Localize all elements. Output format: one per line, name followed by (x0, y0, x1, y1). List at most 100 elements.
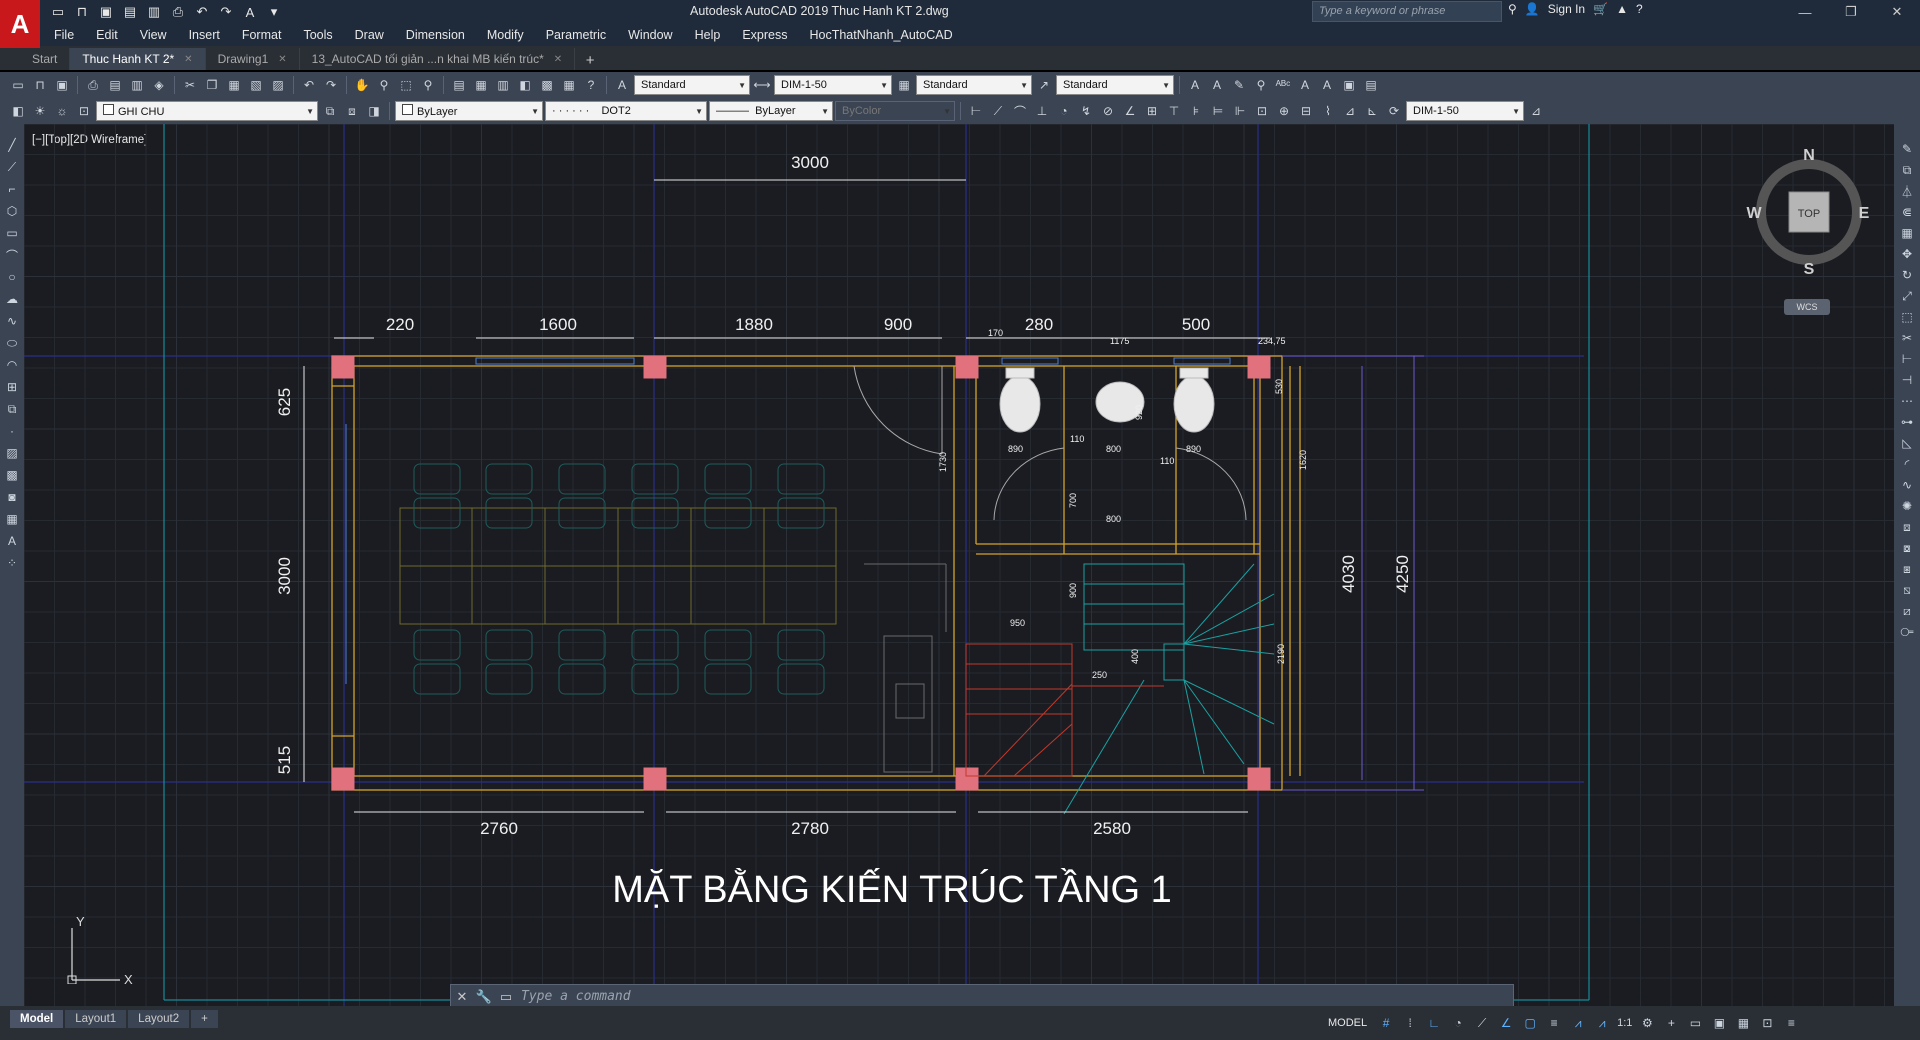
scale-icon[interactable]: ⤢ (1898, 287, 1916, 305)
layer-properties-icon[interactable]: ◧ (8, 101, 28, 121)
hardware-acceleration-icon[interactable]: ▦ (1734, 1014, 1752, 1032)
layer-change-icon[interactable]: ⧃ (1898, 623, 1916, 641)
layer-match-icon[interactable]: ⧈ (1898, 518, 1916, 536)
justify-text-icon[interactable]: A (1317, 75, 1337, 95)
annotation-monitor-icon[interactable]: + (1662, 1014, 1680, 1032)
baseline-dim-icon[interactable]: ⊤ (1164, 101, 1184, 121)
minimize-icon[interactable]: — (1782, 0, 1828, 24)
dim-style-select[interactable]: DIM-1-50 ▼ (774, 75, 892, 95)
auto-scale-icon[interactable]: ⩘ (1593, 1014, 1611, 1032)
dim-break-icon[interactable]: ⊩ (1230, 101, 1250, 121)
dim-style-icon[interactable]: ⟷ (752, 75, 772, 95)
make-block-icon[interactable]: ⧉ (3, 400, 21, 418)
preview-icon[interactable]: ▤ (105, 75, 125, 95)
ortho-icon[interactable]: ∟ (1425, 1014, 1443, 1032)
paste-icon[interactable]: ▦ (224, 75, 244, 95)
arc-icon[interactable]: ⌒ (3, 246, 21, 264)
blend-icon[interactable]: ∿ (1898, 476, 1916, 494)
snap-icon[interactable]: ⁞ (1401, 1014, 1419, 1032)
search-input[interactable]: Type a keyword or phrase (1312, 1, 1502, 22)
menu-modify[interactable]: Modify (487, 28, 524, 42)
tool-palettes-icon[interactable]: ▥ (493, 75, 513, 95)
tab-model[interactable]: Model (10, 1010, 64, 1028)
markup-icon[interactable]: ▩ (537, 75, 557, 95)
quick-properties-icon[interactable]: ▣ (1710, 1014, 1728, 1032)
qat-dropdown-icon[interactable]: ▾ (264, 2, 284, 22)
layer-select[interactable]: GHI CHU ▼ (96, 101, 318, 121)
mleader-style-icon[interactable]: ↗ (1034, 75, 1054, 95)
units-icon[interactable]: ▭ (1686, 1014, 1704, 1032)
layer-states-icon[interactable]: ◨ (364, 101, 384, 121)
isodraft-icon[interactable]: ⟋ (1473, 1014, 1491, 1032)
wcs-menu[interactable]: WCS (1784, 299, 1830, 315)
rectangle-icon[interactable]: ▭ (3, 224, 21, 242)
viewcube[interactable]: TOP N S E W (1744, 144, 1874, 284)
save-icon[interactable]: ▣ (96, 2, 116, 22)
explode-icon[interactable]: ✺ (1898, 497, 1916, 515)
stretch-icon[interactable]: ⬚ (1898, 308, 1916, 326)
annotation-scale[interactable]: 1:1 (1617, 1017, 1632, 1029)
table-style-icon[interactable]: ▦ (894, 75, 914, 95)
help-icon[interactable]: ? (581, 75, 601, 95)
menu-format[interactable]: Format (242, 28, 282, 42)
copy-icon[interactable]: ⧉ (1898, 161, 1916, 179)
color-select[interactable]: ByLayer ▼ (395, 101, 543, 121)
tolerance-icon[interactable]: ⊡ (1252, 101, 1272, 121)
annotation-visibility-icon[interactable]: ⩘ (1569, 1014, 1587, 1032)
new-icon[interactable]: ▭ (8, 75, 28, 95)
cart-icon[interactable]: 🛒 (1593, 2, 1608, 16)
text-style-icon[interactable]: A (612, 75, 632, 95)
angular-dim-icon[interactable]: ∠ (1120, 101, 1140, 121)
dim-edit-icon[interactable]: ⊿ (1340, 101, 1360, 121)
undo-icon[interactable]: ↶ (192, 2, 212, 22)
fillet-icon[interactable]: ◜ (1898, 455, 1916, 473)
text-style-select[interactable]: Standard ▼ (634, 75, 750, 95)
publish-icon[interactable]: ▥ (144, 2, 164, 22)
print-icon[interactable]: ⎙ (168, 2, 188, 22)
radius-dim-icon[interactable]: ◔ (1054, 101, 1074, 121)
grid-icon[interactable]: # (1377, 1014, 1395, 1032)
match-properties-icon[interactable]: ▧ (246, 75, 266, 95)
break-icon[interactable]: ⋯ (1898, 392, 1916, 410)
break-point-icon[interactable]: ⊣ (1898, 371, 1916, 389)
layer-on-icon[interactable]: ☀ (30, 101, 50, 121)
menu-edit[interactable]: Edit (96, 28, 118, 42)
sign-in-button[interactable]: Sign In (1548, 2, 1585, 16)
help-icon[interactable]: ? (1636, 2, 1643, 16)
menu-draw[interactable]: Draw (355, 28, 384, 42)
restore-icon[interactable]: ❐ (1828, 0, 1874, 24)
quick-dim-icon[interactable]: ⊞ (1142, 101, 1162, 121)
table-icon[interactable]: ▦ (3, 510, 21, 528)
chamfer-icon[interactable]: ◺ (1898, 434, 1916, 452)
add-selected-icon[interactable]: ⁘ (3, 554, 21, 572)
aligned-dim-icon[interactable]: ⟋ (988, 101, 1008, 121)
pan-icon[interactable]: ✋ (352, 75, 372, 95)
ordinate-dim-icon[interactable]: ⊥ (1032, 101, 1052, 121)
save-as-icon[interactable]: ▤ (120, 2, 140, 22)
user-icon[interactable]: 👤 (1525, 2, 1540, 16)
mleader-style-select[interactable]: Standard ▼ (1056, 75, 1174, 95)
layer-lock-icon[interactable]: ⧄ (1898, 602, 1916, 620)
dim-style-manager-icon[interactable]: ⊿ (1526, 101, 1546, 121)
array-icon[interactable]: ▦ (1898, 224, 1916, 242)
convert-text-icon[interactable]: ▤ (1361, 75, 1381, 95)
save-icon[interactable]: ▣ (52, 75, 72, 95)
menu-parametric[interactable]: Parametric (546, 28, 606, 42)
plot-icon[interactable]: ⎙ (83, 75, 103, 95)
zoom-realtime-icon[interactable]: ⚲ (374, 75, 394, 95)
drawing-area[interactable]: [−][Top][2D Wireframe] 3000 220 1600 188… (24, 124, 1894, 1010)
lineweight-select[interactable]: ——— ByLayer ▼ (709, 101, 833, 121)
revision-cloud-icon[interactable]: ☁ (3, 290, 21, 308)
3d-print-icon[interactable]: ◈ (149, 75, 169, 95)
calculator-icon[interactable]: ▦ (559, 75, 579, 95)
linear-dim-icon[interactable]: ⊢ (966, 101, 986, 121)
menu-express[interactable]: Express (742, 28, 787, 42)
construction-line-icon[interactable]: ⟋ (3, 158, 21, 176)
zoom-previous-icon[interactable]: ⚲ (418, 75, 438, 95)
menu-view[interactable]: View (140, 28, 167, 42)
continue-dim-icon[interactable]: ⊧ (1186, 101, 1206, 121)
add-layout-button[interactable]: + (191, 1010, 218, 1028)
dim-space-icon[interactable]: ⊨ (1208, 101, 1228, 121)
line-icon[interactable]: ╱ (3, 136, 21, 154)
ellipse-icon[interactable]: ⬭ (3, 334, 21, 352)
